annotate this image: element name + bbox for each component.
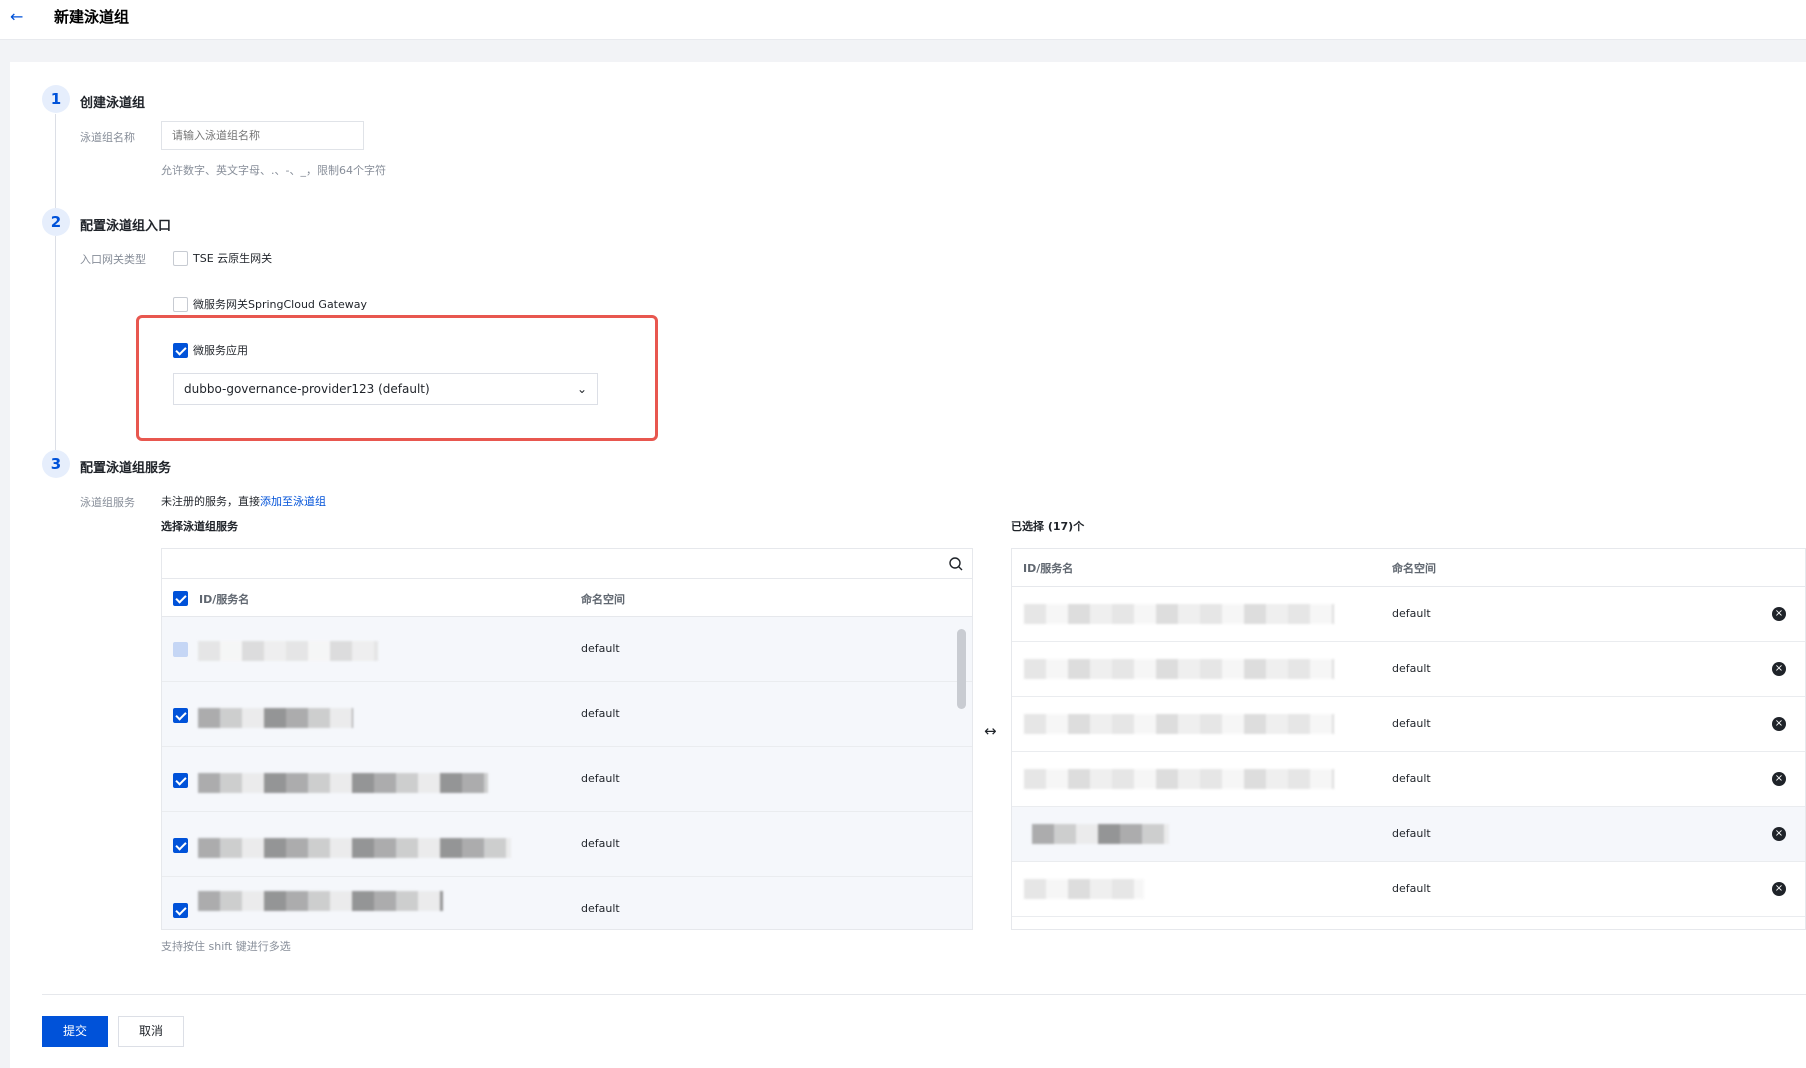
redacted-service-name: [1024, 879, 1144, 899]
redacted-service-name: [198, 891, 443, 911]
selected-row: default ×: [1012, 752, 1805, 807]
redacted-service-name: [198, 773, 488, 793]
namespace-cell: default: [1392, 607, 1431, 620]
namespace-cell: default: [581, 772, 620, 785]
row-checkbox[interactable]: [173, 642, 188, 657]
remove-icon[interactable]: ×: [1772, 882, 1786, 896]
col-id-header: ID/服务名: [199, 593, 250, 606]
namespace-cell: default: [1392, 717, 1431, 730]
tse-gateway-checkbox[interactable]: [173, 251, 188, 266]
multi-select-hint: 支持按住 shift 键进行多选: [161, 940, 291, 953]
select-service-title: 选择泳道组服务: [161, 520, 238, 533]
step-number-1: 1: [42, 85, 70, 113]
table-row[interactable]: default: [162, 812, 972, 877]
lane-group-name-input[interactable]: [161, 121, 364, 150]
row-checkbox[interactable]: [173, 773, 188, 788]
table-row[interactable]: default: [162, 682, 972, 747]
scrollbar[interactable]: [957, 629, 966, 709]
chevron-down-icon: ⌄: [576, 382, 587, 396]
namespace-cell: default: [581, 902, 620, 915]
row-checkbox[interactable]: [173, 903, 188, 918]
tse-gateway-label: TSE 云原生网关: [193, 252, 273, 265]
redacted-service-name: [1024, 769, 1334, 789]
step-title-1: 创建泳道组: [80, 96, 146, 111]
top-bar: ← 新建泳道组: [0, 0, 1806, 40]
namespace-cell: default: [581, 642, 620, 655]
row-checkbox[interactable]: [173, 838, 188, 853]
lane-group-name-label: 泳道组名称: [80, 131, 135, 144]
selected-row: default ×: [1012, 642, 1805, 697]
table-row[interactable]: default: [162, 617, 972, 682]
select-all-checkbox[interactable]: [173, 591, 188, 606]
redacted-service-name: [198, 641, 378, 661]
redacted-service-name: [1024, 714, 1334, 734]
step-title-3: 配置泳道组服务: [80, 461, 172, 476]
microservice-app-label: 微服务应用: [193, 344, 248, 357]
namespace-cell: default: [581, 837, 620, 850]
selected-services-panel: ID/服务名 命名空间 default × default × default …: [1011, 548, 1806, 930]
remove-icon[interactable]: ×: [1772, 717, 1786, 731]
selected-row: default ×: [1012, 697, 1805, 752]
namespace-cell: default: [1392, 882, 1431, 895]
search-icon[interactable]: [948, 556, 964, 572]
step-title-2: 配置泳道组入口: [80, 219, 172, 234]
table-row[interactable]: default: [162, 877, 972, 929]
col-namespace-header: 命名空间: [581, 593, 625, 606]
remove-icon[interactable]: ×: [1772, 662, 1786, 676]
available-services-panel: ID/服务名 命名空间 default default default defa…: [161, 548, 973, 930]
footer-divider: [42, 994, 1806, 995]
remove-icon[interactable]: ×: [1772, 772, 1786, 786]
selected-row: default ×: [1012, 587, 1805, 642]
namespace-cell: default: [1392, 772, 1431, 785]
arrow-left-icon[interactable]: ←: [10, 7, 23, 26]
step-connector: [55, 236, 56, 450]
app-select-value: dubbo-governance-provider123 (default): [184, 382, 430, 396]
table-row[interactable]: default: [162, 747, 972, 812]
add-to-lane-link[interactable]: 添加至泳道组: [260, 495, 326, 508]
redacted-service-name: [198, 708, 353, 728]
col-id-header: ID/服务名: [1023, 562, 1074, 575]
page-title: 新建泳道组: [54, 8, 130, 26]
name-hint: 允许数字、英文字母、.、-、_，限制64个字符: [161, 164, 386, 177]
springcloud-gateway-checkbox[interactable]: [173, 297, 188, 312]
remove-icon[interactable]: ×: [1772, 607, 1786, 621]
col-namespace-header: 命名空间: [1392, 562, 1436, 575]
namespace-cell: default: [1392, 827, 1431, 840]
remove-icon[interactable]: ×: [1772, 827, 1786, 841]
service-search-input[interactable]: [162, 549, 972, 579]
redacted-service-name: [198, 838, 511, 858]
step-number-3: 3: [42, 450, 70, 478]
redacted-service-name: [1024, 659, 1334, 679]
cancel-button[interactable]: 取消: [118, 1016, 184, 1047]
redacted-service-name: [1032, 824, 1169, 844]
table-header: ID/服务名 命名空间: [162, 579, 972, 617]
gateway-type-label: 入口网关类型: [80, 253, 146, 266]
transfer-arrows-icon: ↔: [984, 722, 997, 740]
selected-row: default ×: [1012, 807, 1805, 862]
springcloud-gateway-label: 微服务网关SpringCloud Gateway: [193, 298, 368, 311]
app-select[interactable]: dubbo-governance-provider123 (default) ⌄: [173, 373, 598, 405]
microservice-app-checkbox[interactable]: [173, 343, 188, 358]
table-header: ID/服务名 命名空间: [1012, 549, 1805, 587]
selected-count-title: 已选择 (17)个: [1011, 520, 1085, 533]
step-connector: [55, 114, 56, 210]
namespace-cell: default: [1392, 662, 1431, 675]
step-number-2: 2: [42, 208, 70, 236]
submit-button[interactable]: 提交: [42, 1016, 108, 1047]
namespace-cell: default: [581, 707, 620, 720]
row-checkbox[interactable]: [173, 708, 188, 723]
selected-row: default ×: [1012, 862, 1805, 917]
redacted-service-name: [1024, 604, 1334, 624]
lane-service-label: 泳道组服务: [80, 496, 135, 509]
unregistered-text: 未注册的服务，直接添加至泳道组: [161, 495, 326, 508]
